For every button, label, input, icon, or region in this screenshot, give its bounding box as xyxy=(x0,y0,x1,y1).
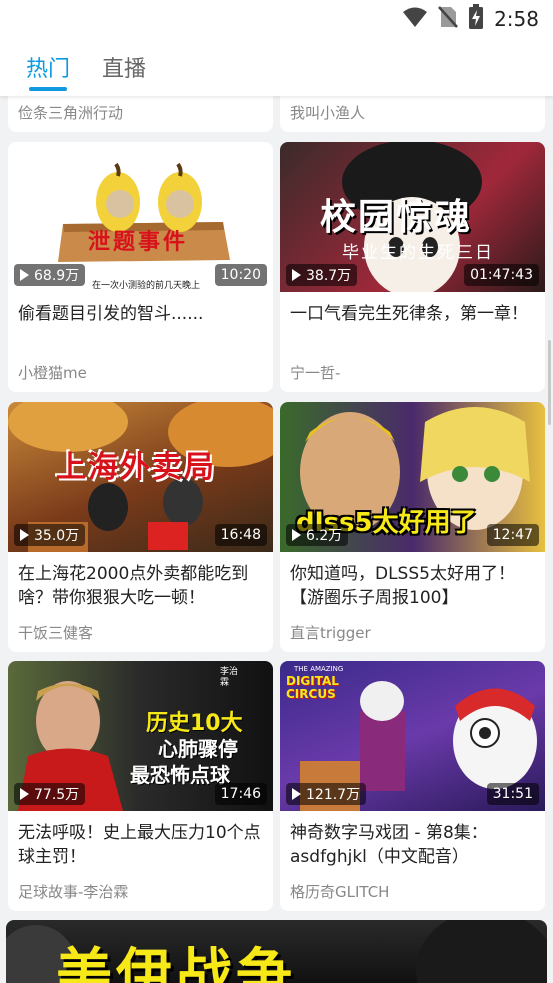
play-icon xyxy=(292,269,301,281)
view-count: 6.2万 xyxy=(286,524,349,546)
view-count: 68.9万 xyxy=(14,264,86,286)
battery-charging-icon xyxy=(468,4,484,34)
video-author: 直言trigger xyxy=(290,624,371,642)
duration: 17:46 xyxy=(214,783,267,805)
video-author: 格历奇GLITCH xyxy=(290,883,390,901)
tab-live[interactable]: 直播 xyxy=(102,51,146,83)
video-title: 一口气看完生死律条，第一章！ xyxy=(290,304,528,324)
video-title: 你知道吗，DLSS5太好用了！【游圈乐子周报100】 xyxy=(290,564,515,608)
play-icon xyxy=(20,788,29,800)
video-thumbnail: 泄题事件 在一次小测验的前几天晚上 68.9万 10:20 xyxy=(8,142,273,292)
thumbnail-title: 上海外卖局 xyxy=(56,450,216,485)
video-thumbnail: 历史10大 心肺骤停 最恐怖点球 李治霖 77.5万 17:46 xyxy=(8,661,273,811)
video-author: 宁一哲- xyxy=(290,364,341,382)
video-title: 在上海花2000点外卖都能吃到啥？带你狠狠大吃一顿！ xyxy=(18,564,249,608)
video-author: 足球故事-李治霖 xyxy=(18,883,129,901)
duration: 31:51 xyxy=(486,783,539,805)
active-tab-indicator xyxy=(29,87,67,91)
view-count: 121.7万 xyxy=(286,783,367,805)
video-card-partial-left[interactable]: 俭条三角洲行动 xyxy=(8,96,273,132)
play-icon xyxy=(20,529,29,541)
tab-bar: 热门 直播 xyxy=(0,38,553,96)
thumbnail-subtitle: 毕业生的生死三日 xyxy=(342,243,494,263)
video-card[interactable]: 上海外卖局 35.0万 16:48 在上海花2000点外卖都能吃到啥？带你狠狠大… xyxy=(8,402,273,652)
thumbnail-logo: DIGITAL CIRCUS xyxy=(286,674,339,701)
channel-badge: 李治霖 xyxy=(220,667,239,688)
duration: 12:47 xyxy=(486,524,539,546)
video-card-partial-right[interactable]: 我叫小渔人 xyxy=(280,96,545,132)
video-thumbnail: 上海外卖局 35.0万 16:48 xyxy=(8,402,273,552)
play-icon xyxy=(292,529,301,541)
video-card[interactable]: 泄题事件 在一次小测验的前几天晚上 68.9万 10:20 偷看题目引发的智斗.… xyxy=(8,142,273,392)
status-bar: 2:58 xyxy=(0,0,553,38)
view-count: 77.5万 xyxy=(14,783,86,805)
video-title: 偷看题目引发的智斗...... xyxy=(18,304,204,324)
no-sim-icon xyxy=(438,5,459,33)
duration: 10:20 xyxy=(214,264,267,286)
duration: 16:48 xyxy=(214,524,267,546)
video-thumbnail: 校园惊魂 毕业生的生死三日 38.7万 01:47:43 xyxy=(280,142,545,292)
scroll-indicator[interactable] xyxy=(548,340,551,425)
thumbnail-title: 校园惊魂 xyxy=(320,197,473,238)
video-thumbnail: THE AMAZING DIGITAL CIRCUS 121.7万 31:51 xyxy=(280,661,545,811)
play-icon xyxy=(292,788,301,800)
video-author: 我叫小渔人 xyxy=(290,104,366,122)
status-time: 2:58 xyxy=(494,7,539,31)
tab-hot[interactable]: 热门 xyxy=(26,51,70,83)
video-author: 俭条三角洲行动 xyxy=(18,104,124,122)
view-count: 38.7万 xyxy=(286,264,358,286)
banner-title: 美伊战争 xyxy=(56,943,296,983)
duration: 01:47:43 xyxy=(464,264,539,286)
video-card-banner[interactable]: 美伊战争 xyxy=(6,920,547,983)
video-thumbnail: dlss5太好用了 6.2万 12:47 xyxy=(280,402,545,552)
video-card[interactable]: dlss5太好用了 6.2万 12:47 你知道吗，DLSS5太好用了！【游圈乐… xyxy=(280,402,545,652)
video-title: 无法呼吸！史上最大压力10个点球主罚！ xyxy=(18,823,261,867)
video-card[interactable]: THE AMAZING DIGITAL CIRCUS 121.7万 31:51 … xyxy=(280,661,545,911)
thumbnail-title: 泄题事件 xyxy=(88,230,189,255)
video-title: 神奇数字马戏团 - 第8集：asdfghjkl（中文配音） xyxy=(290,823,488,867)
video-card[interactable]: 校园惊魂 毕业生的生死三日 38.7万 01:47:43 一口气看完生死律条，第… xyxy=(280,142,545,392)
video-author: 小橙猫me xyxy=(18,364,87,382)
thumbnail-logo-top: THE AMAZING xyxy=(294,665,344,673)
wifi-icon xyxy=(402,6,428,32)
thumbnail-subtitle: 在一次小测验的前几天晚上 xyxy=(92,281,201,291)
thumbnail-subtitle: 心肺骤停 xyxy=(158,737,238,761)
video-card[interactable]: 历史10大 心肺骤停 最恐怖点球 李治霖 77.5万 17:46 无法呼吸！史上… xyxy=(8,661,273,911)
video-author: 干饭三健客 xyxy=(18,624,94,642)
play-icon xyxy=(20,269,29,281)
view-count: 35.0万 xyxy=(14,524,86,546)
